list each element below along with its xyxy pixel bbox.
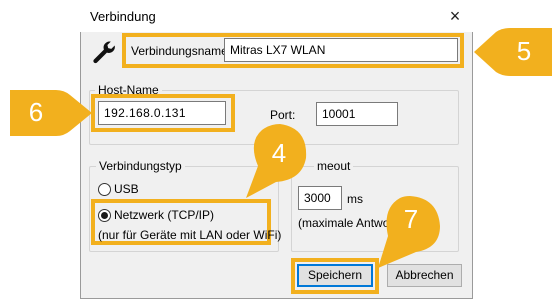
usb-radio[interactable] <box>98 183 111 196</box>
dialog-title: Verbindung <box>90 9 156 24</box>
callout-5-number: 5 <box>516 36 532 66</box>
network-radio[interactable] <box>98 209 111 222</box>
network-label: Netzwerk (TCP/IP) <box>114 208 215 222</box>
connection-type-group-label: Verbindungstyp <box>96 159 185 173</box>
callout-4: 4 <box>242 122 310 200</box>
network-note: (nur für Geräte mit LAN oder WiFi) <box>98 228 282 242</box>
connection-name-input[interactable]: Mitras LX7 WLAN <box>224 38 458 62</box>
wrench-icon <box>90 38 118 66</box>
callout-6: 6 <box>8 88 92 138</box>
connection-name-label: Verbindungsname <box>131 44 228 58</box>
timeout-group-label: meout <box>314 159 354 173</box>
save-button[interactable]: Speichern <box>297 264 373 287</box>
port-label: Port: <box>270 108 296 122</box>
timeout-unit: ms <box>347 192 363 206</box>
port-input[interactable]: 10001 <box>316 102 398 126</box>
network-option[interactable]: Netzwerk (TCP/IP) <box>98 208 258 223</box>
usb-label: USB <box>114 182 139 196</box>
callout-7: 7 <box>374 194 444 270</box>
usb-option[interactable]: USB <box>98 182 158 197</box>
callout-6-number: 6 <box>28 97 44 127</box>
callout-7-number: 7 <box>403 204 419 234</box>
close-icon[interactable]: × <box>443 4 467 28</box>
host-input[interactable]: 192.168.0.131 <box>98 101 226 125</box>
callout-5: 5 <box>474 26 554 78</box>
callout-4-number: 4 <box>271 138 287 168</box>
